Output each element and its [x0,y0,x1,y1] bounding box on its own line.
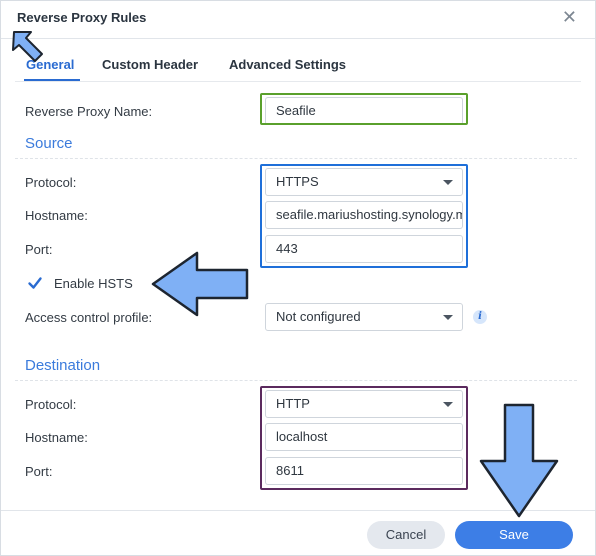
destination-hostname-label: Hostname: [25,430,88,445]
destination-protocol-select[interactable]: HTTP [265,390,463,418]
access-control-label: Access control profile: [25,310,153,325]
source-heading: Source [25,135,73,152]
destination-port-label: Port: [25,464,53,479]
tabs-divider [15,81,581,82]
source-hostname-input[interactable]: seafile.mariushosting.synology.me [265,201,463,229]
access-control-value: Not configured [276,309,361,324]
tab-general[interactable]: General [26,57,74,72]
destination-protocol-label: Protocol: [25,397,77,412]
checkmark-icon [28,277,42,289]
source-protocol-select[interactable]: HTTPS [265,168,463,196]
proxy-name-input[interactable]: Seafile [265,97,463,125]
chevron-down-icon [443,180,453,185]
down-arrow-icon [479,403,559,518]
access-control-select[interactable]: Not configured [265,303,463,331]
left-arrow-icon [151,251,249,317]
footer-divider [1,510,595,511]
chevron-down-icon [443,402,453,407]
destination-hostname-input[interactable]: localhost [265,423,463,451]
tab-advanced-settings[interactable]: Advanced Settings [229,57,346,72]
source-divider [15,158,577,159]
source-hostname-label: Hostname: [25,208,88,223]
dialog-title: Reverse Proxy Rules [17,10,147,25]
source-protocol-value: HTTPS [276,174,319,189]
reverse-proxy-dialog: Reverse Proxy Rules ✕ General Custom Hea… [0,0,596,556]
save-button[interactable]: Save [455,521,573,549]
source-protocol-label: Protocol: [25,175,77,190]
source-port-label: Port: [25,242,53,257]
cancel-button[interactable]: Cancel [367,521,445,549]
chevron-down-icon [443,315,453,320]
destination-port-input[interactable]: 8611 [265,457,463,485]
title-divider [1,38,595,39]
destination-divider [15,380,577,381]
close-icon[interactable]: ✕ [562,7,577,28]
tab-custom-header[interactable]: Custom Header [102,57,198,72]
destination-protocol-value: HTTP [276,396,310,411]
destination-heading: Destination [25,357,101,374]
info-icon[interactable]: i [473,310,487,324]
source-port-input[interactable]: 443 [265,235,463,263]
enable-hsts-checkbox[interactable] [27,275,43,291]
proxy-name-label: Reverse Proxy Name: [25,104,153,119]
enable-hsts-label: Enable HSTS [54,276,133,291]
